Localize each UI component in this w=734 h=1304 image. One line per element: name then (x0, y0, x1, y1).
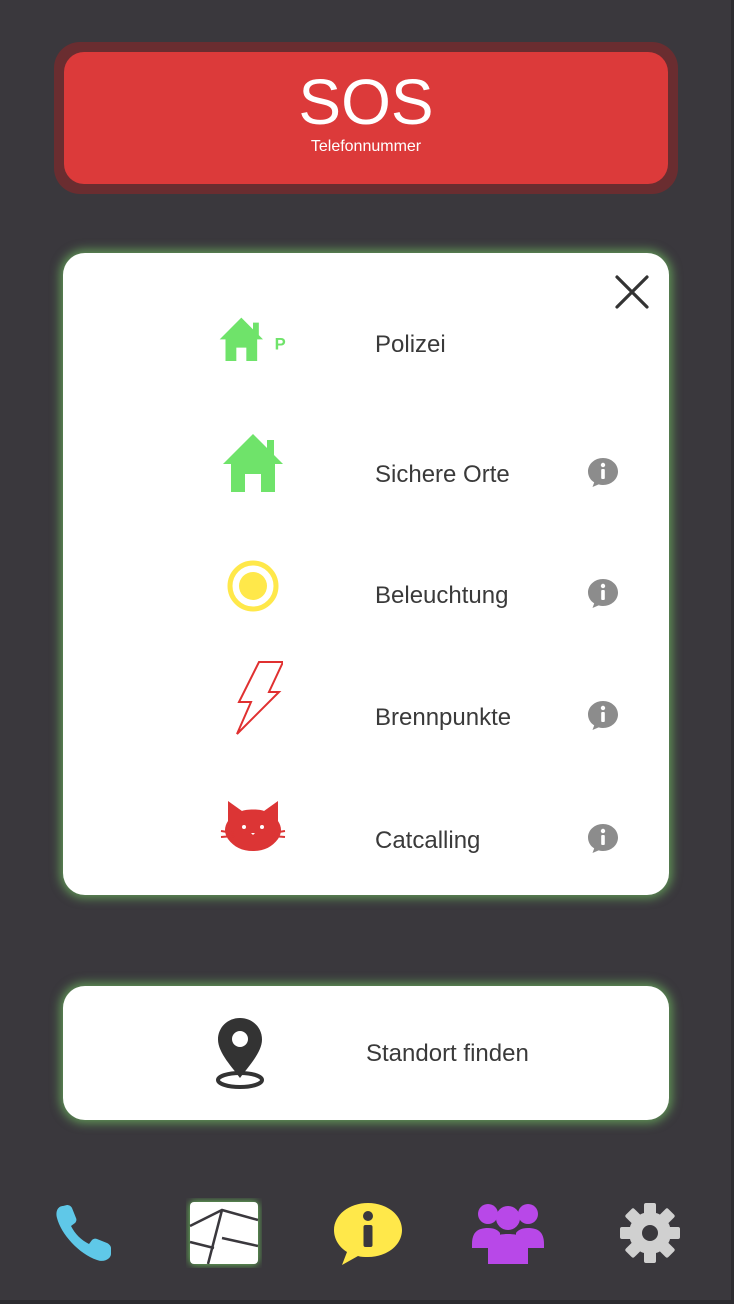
layer-row-polizei[interactable]: P Polizei (63, 301, 669, 381)
lightning-icon (213, 658, 293, 738)
sos-button-frame: SOS Telefonnummer (54, 42, 678, 194)
info-icon[interactable] (586, 821, 620, 855)
light-circle-icon (213, 546, 293, 626)
nav-info[interactable] (328, 1195, 408, 1271)
layer-label-brennpunkte: Brennpunkte (375, 704, 512, 731)
bottom-divider (0, 1300, 734, 1304)
location-pin-icon (216, 1018, 264, 1089)
layer-row-brennpunkte[interactable]: Brennpunkte (63, 658, 669, 738)
find-location-label: Standort finden (366, 1040, 529, 1067)
map-icon (189, 1202, 259, 1265)
nav-community[interactable] (468, 1195, 548, 1271)
layer-label-polizei: Polizei (375, 331, 446, 358)
cat-icon (213, 785, 293, 865)
layer-label-catcalling: Catcalling (375, 827, 481, 854)
sos-subtitle: Telefonnummer (310, 138, 422, 155)
community-icon (472, 1204, 544, 1264)
nav-phone[interactable] (44, 1195, 124, 1271)
police-badge: P (275, 334, 286, 353)
info-chat-icon (334, 1203, 402, 1265)
info-icon[interactable] (586, 698, 620, 732)
layer-label-sichere-orte: Sichere Orte (375, 461, 510, 488)
nav-map[interactable] (184, 1195, 264, 1271)
layer-row-catcalling[interactable]: Catcalling (63, 785, 669, 865)
info-icon[interactable] (586, 576, 620, 610)
layer-row-sichere-orte[interactable]: Sichere Orte (63, 423, 669, 503)
info-icon[interactable] (586, 455, 620, 489)
app-screen: SOS Telefonnummer P Polizei Sichere Orte… (0, 0, 734, 1304)
phone-icon (56, 1205, 111, 1261)
safe-house-icon (213, 423, 293, 503)
find-location-button[interactable]: Standort finden (63, 986, 669, 1120)
bottom-navigation (0, 1195, 734, 1275)
layer-label-beleuchtung: Beleuchtung (375, 582, 509, 609)
police-house-icon: P (213, 301, 293, 381)
sos-title: SOS (298, 66, 434, 138)
map-layers-panel: P Polizei Sichere Orte Beleuchtung Brenn… (63, 253, 669, 895)
settings-icon (620, 1203, 680, 1263)
nav-settings[interactable] (610, 1195, 690, 1271)
sos-button[interactable]: SOS Telefonnummer (64, 52, 668, 184)
layer-row-beleuchtung[interactable]: Beleuchtung (63, 546, 669, 626)
